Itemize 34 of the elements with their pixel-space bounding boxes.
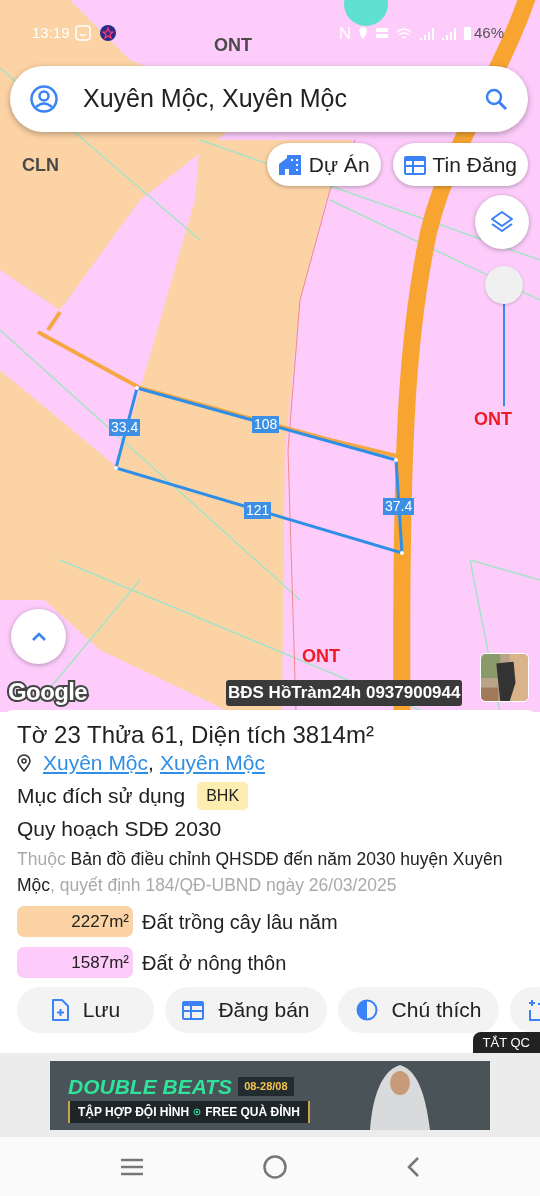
land-use-area: 2227m² [17, 906, 133, 937]
status-time: 13:19 [32, 23, 70, 43]
land-use-area: 1587m² [17, 947, 133, 978]
land-use-label: Đất ở nông thôn [142, 950, 287, 976]
edge-length-label: 121 [244, 502, 272, 519]
action-button[interactable]: Chú thích [338, 987, 499, 1033]
action-button[interactable]: Lưu [17, 987, 154, 1033]
ad-banner[interactable]: DOUBLE BEATS 08-28/08 TẬP HỢP ĐỘI HÌNH FREE QUÀ ĐỈNH [50, 1060, 490, 1130]
map-chip[interactable]: Dự Án [266, 143, 381, 186]
plan-title: Quy hoạch SDĐ 2030 [17, 816, 223, 842]
ad-date: 08-28/08 [238, 1077, 294, 1096]
edge-length-label: 37.4 [383, 498, 415, 515]
zone-label: ONT [214, 34, 252, 57]
location-link[interactable]: Xuyên Mộc [43, 750, 149, 776]
action-button[interactable]: Đăng bán [165, 987, 327, 1033]
ad-headline: DOUBLE BEATS [68, 1075, 233, 1098]
ad-tagline: TẬP HỢP ĐỘI HÌNH [78, 1103, 190, 1121]
plan-note: Thuộc Bản đồ điều chỉnh QHSDĐ đến năm 2030 huyện Xuyên Mộc, quyết định 184/QĐ-UBND ngày 26/03/2025 [17, 848, 504, 897]
ad-tagline: FREE QUÀ ĐỈNH [205, 1103, 300, 1121]
zone-label: CLN [22, 154, 59, 177]
edge-length-label: 108 [252, 416, 280, 433]
hide-ads-button[interactable]: TẮT QC [472, 1032, 540, 1053]
zone-label: ONT [302, 645, 340, 668]
map-credit: BĐS HồTràm24h 0937900944 [226, 680, 463, 706]
battery-percent: 46% [473, 23, 504, 43]
search-field[interactable]: Xuyên Mộc, Xuyên Mộc [10, 66, 528, 132]
map-chip[interactable]: Tin Đăng [392, 143, 528, 186]
zone-label: ONT [474, 408, 512, 431]
edge-length-label: 33.4 [109, 419, 141, 436]
purpose-label: Mục đích sử dụng [17, 783, 186, 809]
purpose-code: BHK [197, 782, 249, 810]
land-use-label: Đất trồng cây lâu năm [142, 909, 338, 935]
parcel-title: Tờ 23 Thửa 61, Diện tích 3814m² [17, 721, 375, 749]
location-separator: , [148, 750, 154, 776]
